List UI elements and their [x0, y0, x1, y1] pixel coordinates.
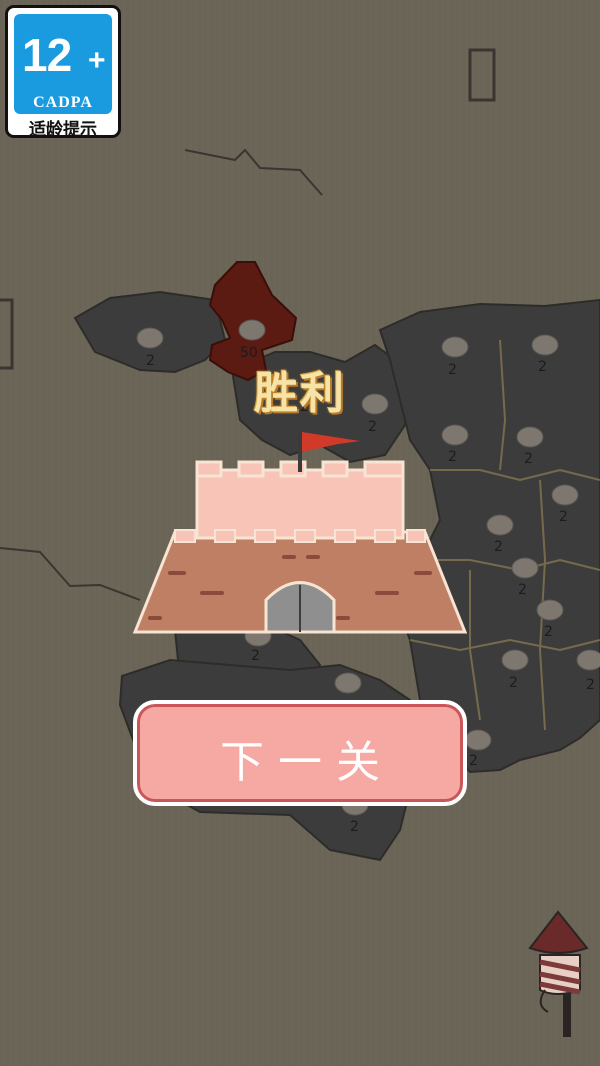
territory-count: 2	[448, 362, 457, 378]
territory-count: 2	[509, 675, 518, 691]
territory-count: 2	[368, 419, 377, 435]
game-screen: 12 + CADPA 适龄提示 2 50 2 2 2 2 2 2 2 2 2 2…	[0, 0, 600, 1066]
territory-count: 2	[518, 582, 527, 598]
map-background	[0, 0, 600, 1066]
age-rating-badge: 12 + CADPA 适龄提示	[5, 5, 121, 138]
badge-blue-panel: 12 + CADPA	[14, 14, 112, 114]
territory-count: 2	[146, 353, 155, 369]
rating-org: CADPA	[33, 94, 93, 111]
territory-count: 2	[448, 449, 457, 465]
territory-count: 2	[494, 539, 503, 555]
age-plus: +	[88, 44, 106, 77]
territory-count: 2	[538, 359, 547, 375]
territory-count: 2	[524, 451, 533, 467]
age-number: 12	[22, 29, 72, 81]
territory-count: 2	[586, 677, 595, 693]
territory-count: 2	[544, 624, 553, 640]
territory-count: 2	[559, 509, 568, 525]
territory-count: 2	[469, 753, 478, 769]
next-level-button[interactable]: 下一关	[133, 700, 467, 806]
territory-count: 2	[350, 819, 359, 835]
territory-count: 2	[251, 648, 260, 664]
next-level-label: 下一关	[220, 737, 394, 788]
victory-title: 胜利	[254, 368, 346, 419]
age-hint-label: 适龄提示	[29, 120, 97, 138]
